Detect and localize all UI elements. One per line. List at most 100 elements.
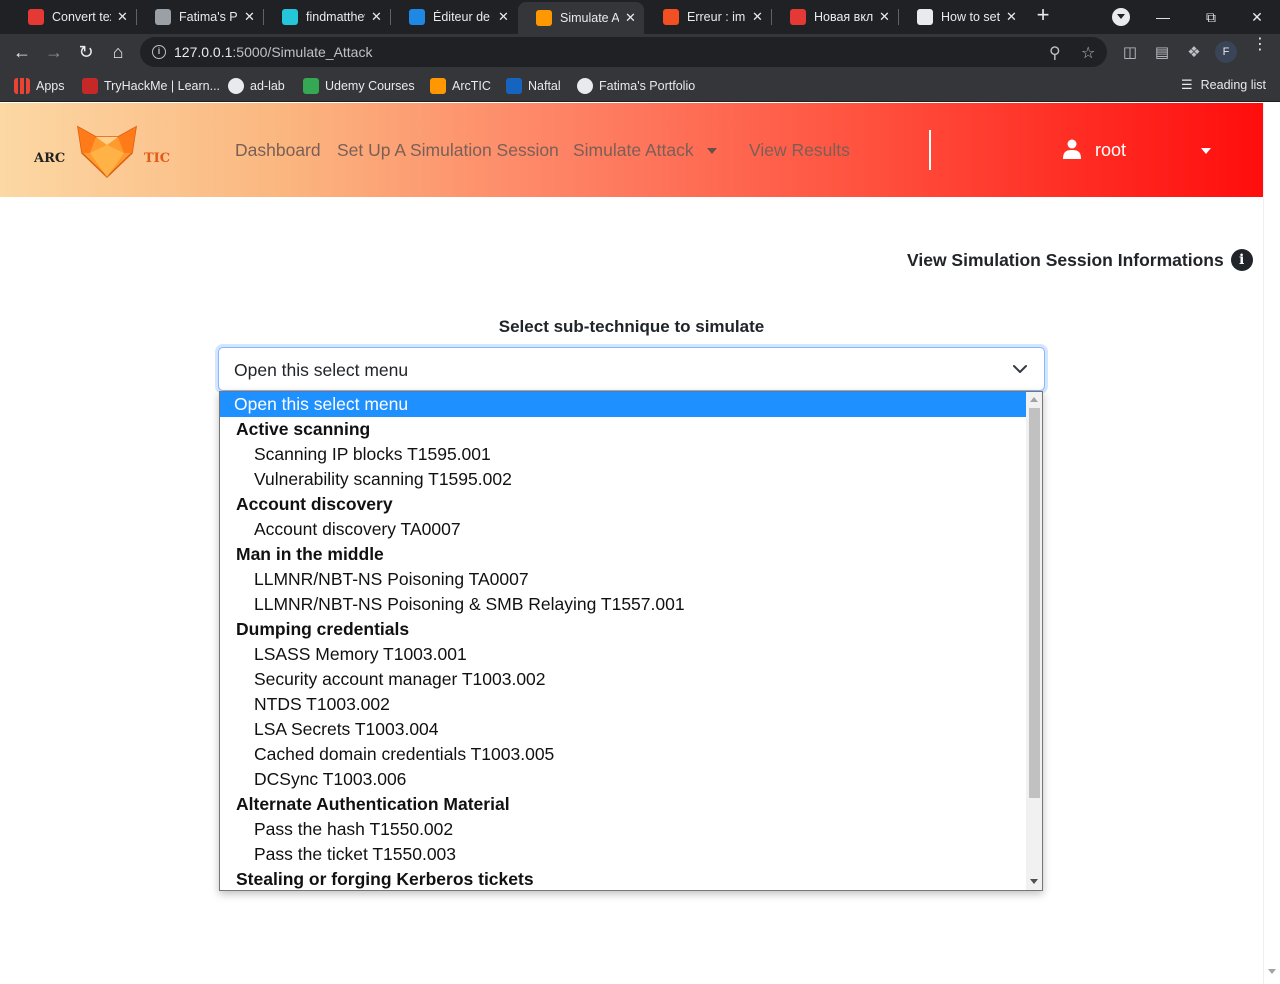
select-options-list: Open this select menu Active scanning Scan… xyxy=(219,391,1043,891)
bookmark-item[interactable]: TryHackMe | Learn... xyxy=(82,77,220,95)
option-group-label: Man in the middle xyxy=(236,544,384,564)
tab-separator xyxy=(390,9,391,25)
t2i-favicon-icon xyxy=(28,9,44,25)
option-item[interactable]: Cached domain credentials T1003.005 xyxy=(220,742,1026,767)
options-scroll-up-icon[interactable] xyxy=(1030,397,1038,402)
nav-view-results[interactable]: View Results xyxy=(749,140,850,161)
option-placeholder[interactable]: Open this select menu xyxy=(220,392,1026,417)
new-tab-button[interactable]: + xyxy=(1031,4,1055,28)
cv-favicon-icon xyxy=(409,9,425,25)
forward-icon[interactable]: → xyxy=(41,39,67,65)
sub-technique-select[interactable]: Open this select menu xyxy=(218,347,1045,391)
restore-icon[interactable]: ⧉ xyxy=(1188,0,1234,34)
option-item[interactable]: DCSync T1003.006 xyxy=(220,767,1026,792)
browser-toolbar: ← → ↻ ⌂ i 127.0.0.1:5000/Simulate_Attack… xyxy=(0,34,1280,70)
fox-favicon-icon xyxy=(536,10,552,26)
nav-setup-session[interactable]: Set Up A Simulation Session xyxy=(337,140,559,161)
tab-close-icon[interactable]: ✕ xyxy=(752,9,763,25)
briefcase-icon xyxy=(577,78,593,94)
option-item[interactable]: Vulnerability scanning T1595.002 xyxy=(220,467,1026,492)
tab-close-icon[interactable]: ✕ xyxy=(498,9,509,25)
option-item[interactable]: LSA Secrets T1003.004 xyxy=(220,717,1026,742)
option-item[interactable]: LLMNR/NBT-NS Poisoning TA0007 xyxy=(220,567,1026,592)
bookmark-item[interactable]: ad-lab xyxy=(228,77,285,95)
browser-tab[interactable]: Éditeur de C ✕ xyxy=(391,0,517,34)
tab-title: Éditeur de C xyxy=(433,10,492,24)
tab-close-icon[interactable]: ✕ xyxy=(117,9,128,25)
option-group-label: Dumping credentials xyxy=(236,619,410,639)
options-scrollbar-thumb[interactable] xyxy=(1029,408,1040,798)
nav-dashboard[interactable]: Dashboard xyxy=(235,140,321,161)
options-scrollbar[interactable] xyxy=(1026,392,1042,890)
url-text[interactable]: 127.0.0.1:5000/Simulate_Attack xyxy=(174,44,372,60)
bookmark-item[interactable]: ArcTIC xyxy=(430,77,491,95)
tab-search-icon[interactable] xyxy=(1112,8,1130,26)
option-item[interactable]: Account discovery TA0007 xyxy=(220,517,1026,542)
minimize-icon[interactable]: — xyxy=(1140,0,1186,34)
session-info-label: View Simulation Session Informations xyxy=(907,249,1224,270)
tab-separator xyxy=(263,9,264,25)
arctic-logo[interactable]: ARC TIC xyxy=(32,123,182,179)
option-item[interactable]: Security account manager T1003.002 xyxy=(220,667,1026,692)
bookmark-star-icon[interactable]: ☆ xyxy=(1081,43,1095,63)
tab-close-icon[interactable]: ✕ xyxy=(244,9,255,25)
profile-avatar[interactable]: F xyxy=(1215,41,1237,63)
bookmark-item[interactable]: Fatima's Portfolio xyxy=(577,77,695,95)
reload-icon[interactable]: ↻ xyxy=(73,39,99,65)
bookmark-item[interactable]: Udemy Courses xyxy=(303,77,415,95)
home-icon[interactable]: ⌂ xyxy=(105,39,131,65)
back-icon[interactable]: ← xyxy=(9,39,35,65)
bookmark-item[interactable]: Apps xyxy=(14,77,65,95)
close-window-icon[interactable]: ✕ xyxy=(1234,0,1280,34)
option-item[interactable]: Scanning IP blocks T1595.001 xyxy=(220,442,1026,467)
m-favicon-icon xyxy=(282,9,298,25)
extension-doc-icon[interactable]: ▤ xyxy=(1154,43,1170,61)
user-name[interactable]: root xyxy=(1095,140,1126,161)
tab-title: Erreur : imp xyxy=(687,10,746,24)
option-item[interactable]: LLMNR/NBT-NS Poisoning & SMB Relaying T1… xyxy=(220,592,1026,617)
browser-tab[interactable]: findmatthew ✕ xyxy=(264,0,390,34)
tab-title: findmatthew xyxy=(306,10,365,24)
tab-close-icon[interactable]: ✕ xyxy=(625,10,636,26)
address-bar[interactable]: i 127.0.0.1:5000/Simulate_Attack ⚲ ☆ xyxy=(140,37,1107,67)
tab-title: Simulate At xyxy=(560,11,619,25)
bookmark-item[interactable]: Naftal xyxy=(506,77,561,95)
google-drive-icon xyxy=(303,78,319,94)
simulate-attack-caret-icon[interactable] xyxy=(707,148,717,154)
browser-tab[interactable]: Fatima's Por ✕ xyxy=(137,0,263,34)
user-menu-caret-icon[interactable] xyxy=(1201,148,1211,154)
page-scrollbar-thumb[interactable] xyxy=(1267,103,1278,963)
option-group-label: Account discovery xyxy=(236,494,393,514)
view-session-info-link[interactable]: View Simulation Session Informations i xyxy=(907,249,1253,271)
browser-tab[interactable]: How to set ✕ xyxy=(899,0,1025,34)
option-item[interactable]: Pass the ticket T1550.003 xyxy=(220,842,1026,867)
nav-simulate-attack[interactable]: Simulate Attack xyxy=(573,140,694,161)
zoom-icon[interactable]: ⚲ xyxy=(1049,43,1061,63)
bookmarks-bar: Apps TryHackMe | Learn... ad-lab Udemy Cour… xyxy=(0,70,1280,102)
bookmark-label: Udemy Courses xyxy=(325,79,415,93)
tab-close-icon[interactable]: ✕ xyxy=(1006,9,1017,25)
option-item[interactable]: NTDS T1003.002 xyxy=(220,692,1026,717)
browser-tab[interactable]: Simulate At ✕ xyxy=(518,2,644,34)
browser-tab[interactable]: Новая вкла ✕ xyxy=(772,0,898,34)
site-info-icon[interactable]: i xyxy=(152,45,166,59)
browser-menu-icon[interactable]: ⋮ xyxy=(1252,37,1268,53)
bookmark-label: ArcTIC xyxy=(452,79,491,93)
fox-icon xyxy=(430,78,446,94)
browser-tab[interactable]: Erreur : imp ✕ xyxy=(645,0,771,34)
extensions-puzzle-icon[interactable]: ❖ xyxy=(1186,43,1202,61)
browser-tab[interactable]: Convert tex ✕ xyxy=(10,0,136,34)
option-item[interactable]: Pass the hash T1550.002 xyxy=(220,817,1026,842)
chevron-down-icon xyxy=(1013,365,1027,373)
tab-separator xyxy=(136,9,137,25)
extension-shield-icon[interactable]: ◫ xyxy=(1122,43,1138,61)
tab-close-icon[interactable]: ✕ xyxy=(371,9,382,25)
reading-list-button[interactable]: ☰ Reading list xyxy=(1181,77,1266,93)
select-label: Select sub-technique to simulate xyxy=(498,317,765,336)
options-scroll-down-icon[interactable] xyxy=(1030,879,1038,884)
tab-close-icon[interactable]: ✕ xyxy=(879,9,890,25)
page-scrollbar[interactable] xyxy=(1263,103,1280,984)
option-item[interactable]: LSASS Memory T1003.001 xyxy=(220,642,1026,667)
user-icon[interactable] xyxy=(1063,139,1081,159)
page-scroll-down-icon[interactable] xyxy=(1268,969,1276,974)
